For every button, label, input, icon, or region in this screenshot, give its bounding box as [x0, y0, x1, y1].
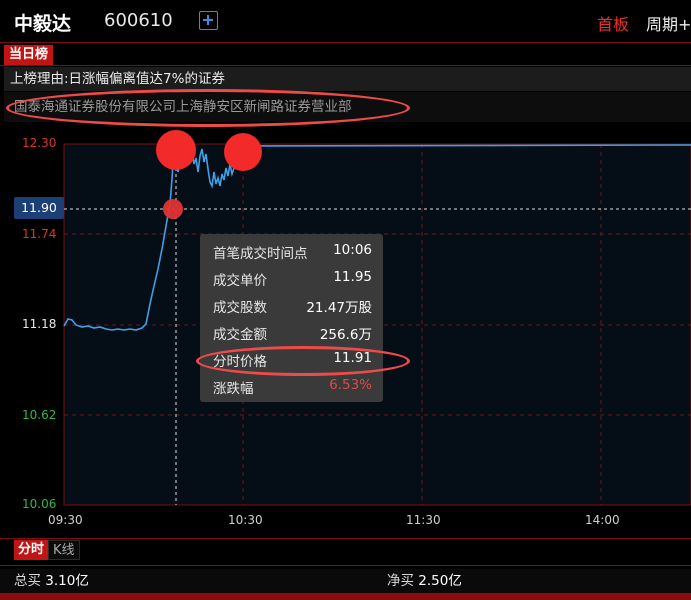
annotation-ellipse: [6, 89, 410, 127]
tooltip-value: 21.47万股: [306, 300, 372, 316]
price-axis-label: 10.06: [22, 497, 57, 511]
divider: [0, 538, 691, 539]
total-buy-label: 总买: [14, 573, 41, 589]
total-buy-value: 3.10亿: [45, 573, 89, 589]
chart-mode-tabs: 分时 K线: [14, 540, 80, 560]
tab-first-board[interactable]: 首板: [597, 11, 629, 35]
tab-intraday[interactable]: 分时: [14, 540, 49, 560]
trade-marker: [156, 130, 196, 170]
current-price-tag: 11.90: [14, 197, 64, 219]
price-axis-label: 10.62: [22, 408, 57, 422]
time-axis-label: 14:00: [585, 513, 620, 527]
listing-reason: 上榜理由:日涨幅偏离值达7%的证券: [4, 67, 691, 91]
tooltip-row: 涨跌幅 6.53%: [200, 372, 383, 399]
time-axis-label: 11:30: [406, 513, 441, 527]
price-axis-label: 12.30: [22, 136, 57, 150]
buy-summary: 总买 3.10亿 净买 2.50亿: [0, 569, 691, 593]
stock-name: 中毅达: [14, 13, 72, 35]
total-buy: 总买 3.10亿: [14, 569, 89, 593]
trade-marker: [163, 199, 183, 219]
tooltip-value: 10:06: [333, 242, 372, 258]
tooltip-label: 涨跌幅: [213, 381, 254, 397]
tooltip-value: 11.95: [333, 269, 372, 285]
trade-marker: [224, 133, 262, 171]
bottom-bar: [0, 593, 691, 600]
divider: [0, 42, 691, 43]
time-axis-label: 09:30: [48, 513, 83, 527]
stock-header: 中毅达 600610 首板 周期+: [0, 0, 691, 42]
add-watchlist-icon[interactable]: [199, 11, 218, 30]
trade-tooltip: 首笔成交时间点 10:06 成交单价 11.95 成交股数 21.47万股 成交…: [200, 234, 383, 402]
net-buy-value: 2.50亿: [418, 573, 462, 589]
annotation-ellipse: [196, 346, 410, 376]
price-axis-label: 11.18: [22, 317, 57, 331]
net-buy: 净买 2.50亿: [387, 569, 462, 593]
stock-code: 600610: [104, 10, 173, 31]
divider: [0, 565, 691, 566]
tooltip-row: 成交股数 21.47万股: [200, 291, 383, 318]
tooltip-label: 成交股数: [213, 300, 267, 316]
tooltip-label: 成交单价: [213, 273, 267, 289]
tooltip-label: 首笔成交时间点: [213, 246, 308, 262]
tooltip-row: 成交金额 256.6万: [200, 318, 383, 345]
daily-list-tag[interactable]: 当日榜: [4, 45, 54, 65]
time-axis-label: 10:30: [228, 513, 263, 527]
tooltip-label: 成交金额: [213, 327, 267, 343]
tooltip-row: 成交单价 11.95: [200, 264, 383, 291]
tooltip-value: 6.53%: [329, 377, 372, 393]
tab-period[interactable]: 周期+: [646, 11, 691, 35]
price-axis-label: 11.74: [22, 227, 57, 241]
net-buy-label: 净买: [387, 573, 414, 589]
tab-kline[interactable]: K线: [48, 540, 80, 560]
divider: [0, 65, 691, 66]
tooltip-value: 256.6万: [319, 327, 372, 343]
tooltip-row: 首笔成交时间点 10:06: [200, 237, 383, 264]
